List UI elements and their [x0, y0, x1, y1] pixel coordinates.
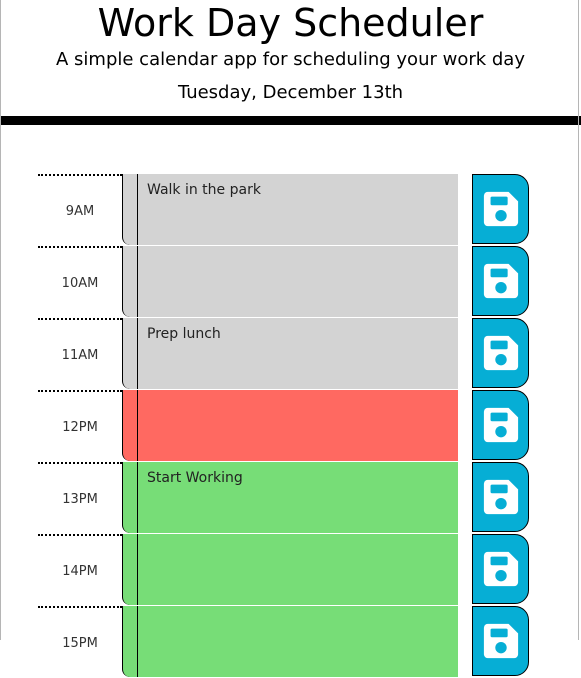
event-textarea[interactable]	[122, 390, 458, 461]
event-textarea[interactable]: Prep lunch	[122, 318, 458, 389]
hour-label: 9AM	[38, 174, 122, 246]
textarea-edge-line	[137, 534, 138, 605]
save-button[interactable]	[472, 318, 529, 388]
page-header: Work Day Scheduler A simple calendar app…	[0, 0, 581, 116]
save-button[interactable]	[472, 462, 529, 532]
hour-label: 14PM	[38, 534, 122, 606]
textarea-edge-line	[137, 174, 138, 245]
floppy-disk-icon	[483, 335, 518, 371]
textarea-edge-line	[137, 390, 138, 461]
event-text: Start Working	[147, 470, 243, 486]
current-date: Tuesday, December 13th	[177, 82, 404, 103]
textarea-edge-line	[137, 318, 138, 389]
textarea-edge-line	[137, 606, 138, 677]
floppy-disk-icon	[483, 407, 518, 443]
time-block-row: 13PM Start Working	[0, 462, 581, 534]
time-block-row: 15PM	[0, 606, 581, 678]
event-text: Prep lunch	[147, 326, 221, 342]
save-button[interactable]	[472, 246, 529, 316]
hour-label: 11AM	[38, 318, 122, 390]
event-textarea[interactable]: Walk in the park	[122, 174, 458, 245]
floppy-disk-icon	[483, 191, 518, 227]
event-textarea[interactable]	[122, 606, 458, 677]
header-divider	[0, 116, 581, 125]
event-textarea[interactable]	[122, 534, 458, 605]
hour-label: 12PM	[38, 390, 122, 462]
floppy-disk-icon	[483, 551, 518, 587]
event-textarea[interactable]: Start Working	[122, 462, 458, 533]
page-title: Work Day Scheduler	[97, 1, 484, 45]
floppy-disk-icon	[483, 623, 518, 659]
floppy-disk-icon	[483, 479, 518, 515]
time-block-row: 10AM	[0, 246, 581, 318]
hour-label: 15PM	[38, 606, 122, 678]
save-button[interactable]	[472, 390, 529, 460]
event-textarea[interactable]	[122, 246, 458, 317]
time-block-row: 14PM	[0, 534, 581, 606]
event-text: Walk in the park	[147, 182, 261, 198]
time-block-row: 12PM	[0, 390, 581, 462]
page-subtitle: A simple calendar app for scheduling you…	[56, 49, 525, 70]
save-button[interactable]	[472, 606, 529, 676]
textarea-edge-line	[137, 462, 138, 533]
save-button[interactable]	[472, 534, 529, 604]
time-block-row: 9AM Walk in the park	[0, 174, 581, 246]
floppy-disk-icon	[483, 263, 518, 299]
time-block-row: 11AM Prep lunch	[0, 318, 581, 390]
hour-label: 13PM	[38, 462, 122, 534]
textarea-edge-line	[137, 246, 138, 317]
hour-label: 10AM	[38, 246, 122, 318]
save-button[interactable]	[472, 174, 529, 244]
